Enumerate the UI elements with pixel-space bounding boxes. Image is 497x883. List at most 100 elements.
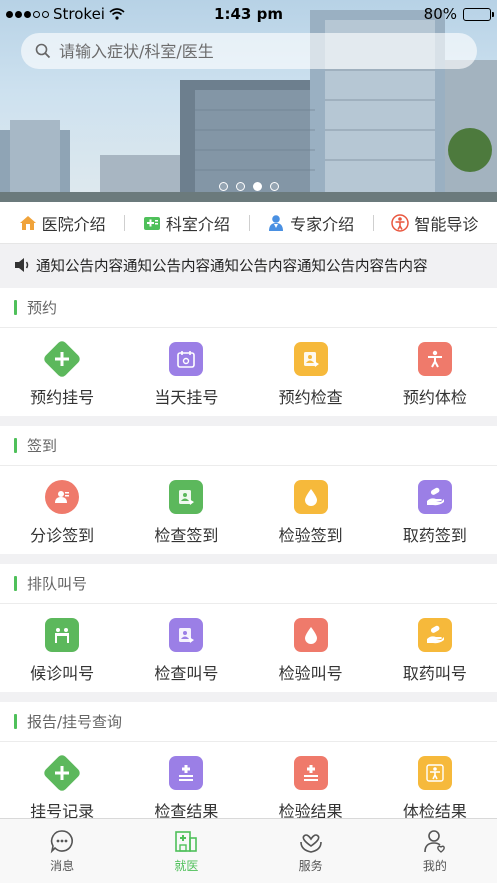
checkup-result-button[interactable]: 体检结果 xyxy=(373,742,497,818)
expert-intro-label: 专家介绍 xyxy=(290,214,355,234)
section-marker xyxy=(14,714,17,729)
profile-icon xyxy=(424,830,445,853)
person-icon xyxy=(417,342,452,376)
appointment-register-button[interactable]: 预约挂号 xyxy=(0,328,124,416)
item-label: 预约检查 xyxy=(278,388,343,407)
exam-call-button[interactable]: 检查叫号 xyxy=(124,604,248,692)
section-header: 报告/挂号查询 xyxy=(0,702,497,742)
department-intro-label: 科室介绍 xyxy=(165,214,230,234)
tab-medical[interactable]: 就医 xyxy=(124,819,248,883)
hand-pill-icon xyxy=(417,618,452,652)
hospital-buildings-image xyxy=(0,10,497,202)
page-dot[interactable] xyxy=(269,182,279,191)
tab-label: 就医 xyxy=(174,859,199,873)
item-label: 挂号记录 xyxy=(30,802,95,818)
tab-label: 服务 xyxy=(298,859,323,873)
status-bar: Strokei 1:43 pm 80% xyxy=(0,0,497,28)
quick-nav: 医院介绍 科室介绍 专家介绍 智能导诊 xyxy=(0,202,497,244)
battery-icon xyxy=(463,7,494,21)
section-report-query: 报告/挂号查询 挂号记录 检查结果 检验结果 体检结果 xyxy=(0,702,497,818)
report-icon xyxy=(169,618,204,652)
medical-kit-icon xyxy=(143,216,160,230)
waiting-call-button[interactable]: 候诊叫号 xyxy=(0,604,124,692)
tab-services[interactable]: 服务 xyxy=(249,819,373,883)
section-title: 预约 xyxy=(27,299,58,317)
house-icon xyxy=(19,215,36,230)
item-label: 取药叫号 xyxy=(402,664,467,683)
report-icon xyxy=(293,342,328,376)
speaker-icon xyxy=(15,258,29,272)
page-dot[interactable] xyxy=(235,182,245,191)
page-dot[interactable] xyxy=(252,182,262,191)
report-icon xyxy=(169,480,204,514)
page-dot[interactable] xyxy=(218,182,228,191)
battery-percent: 80% xyxy=(423,5,457,23)
drop-icon xyxy=(293,480,328,514)
section-marker xyxy=(14,576,17,591)
exam-result-button[interactable]: 检查结果 xyxy=(124,742,248,818)
lab-checkin-button[interactable]: 检验签到 xyxy=(249,466,373,554)
appointment-exam-button[interactable]: 预约检查 xyxy=(249,328,373,416)
hospital-intro-link[interactable]: 医院介绍 xyxy=(0,211,124,235)
tab-bar: 消息 就医 服务 我的 xyxy=(0,818,497,883)
lab-result-button[interactable]: 检验结果 xyxy=(249,742,373,818)
section-grid: 预约挂号 当天挂号 预约检查 预约体检 xyxy=(0,328,497,416)
smart-guide-link[interactable]: 智能导诊 xyxy=(372,211,497,235)
clock: 1:43 pm xyxy=(214,5,283,23)
item-label: 检查叫号 xyxy=(154,664,219,683)
lab-call-button[interactable]: 检验叫号 xyxy=(249,604,373,692)
hand-pill-icon xyxy=(417,480,452,514)
item-label: 体检结果 xyxy=(402,802,467,818)
same-day-register-button[interactable]: 当天挂号 xyxy=(124,328,248,416)
exam-checkin-button[interactable]: 检查签到 xyxy=(124,466,248,554)
section-title: 报告/挂号查询 xyxy=(27,713,123,731)
section-header: 排队叫号 xyxy=(0,564,497,604)
section-header: 签到 xyxy=(0,426,497,466)
pharmacy-call-button[interactable]: 取药叫号 xyxy=(373,604,497,692)
section-marker xyxy=(14,300,17,315)
hospital-banner[interactable]: Strokei 1:43 pm 80% xyxy=(0,0,497,202)
pharmacy-checkin-button[interactable]: 取药签到 xyxy=(373,466,497,554)
tab-messages[interactable]: 消息 xyxy=(0,819,124,883)
section-grid: 挂号记录 检查结果 检验结果 体检结果 xyxy=(0,742,497,818)
section-appointment: 预约 预约挂号 当天挂号 预约检查 预约体检 xyxy=(0,288,497,416)
search-bar[interactable] xyxy=(21,33,477,69)
section-grid: 候诊叫号 检查叫号 检验叫号 取药叫号 xyxy=(0,604,497,692)
item-label: 当天挂号 xyxy=(154,388,219,407)
body-guide-icon xyxy=(391,213,410,232)
section-marker xyxy=(14,438,17,453)
search-input[interactable] xyxy=(59,41,439,61)
banner-page-indicator[interactable] xyxy=(0,182,497,191)
department-intro-link[interactable]: 科室介绍 xyxy=(124,211,248,235)
plus-diamond-icon xyxy=(42,339,82,379)
section-title: 排队叫号 xyxy=(27,575,88,593)
notice-bar[interactable]: 通知公告内容通知公告内容通知公告内容通知公告内容告内容 xyxy=(0,244,497,286)
appointment-checkup-button[interactable]: 预约体检 xyxy=(373,328,497,416)
calendar-icon xyxy=(169,342,204,376)
item-label: 检验结果 xyxy=(278,802,343,818)
drop-icon xyxy=(293,618,328,652)
item-label: 候诊叫号 xyxy=(30,664,95,683)
section-title: 签到 xyxy=(27,437,58,455)
section-checkin: 签到 分诊签到 检查签到 检验签到 取药签到 xyxy=(0,426,497,554)
doctor-icon xyxy=(269,214,284,231)
hospital-icon xyxy=(175,831,198,852)
item-label: 预约体检 xyxy=(402,388,467,407)
battery-status: 80% xyxy=(423,5,494,23)
item-label: 检验叫号 xyxy=(278,664,343,683)
item-label: 检验签到 xyxy=(278,526,343,545)
smart-guide-label: 智能导诊 xyxy=(414,214,479,234)
tab-profile[interactable]: 我的 xyxy=(373,819,497,883)
item-label: 取药签到 xyxy=(402,526,467,545)
triage-checkin-button[interactable]: 分诊签到 xyxy=(0,466,124,554)
section-grid: 分诊签到 检查签到 检验签到 取药签到 xyxy=(0,466,497,554)
search-icon xyxy=(35,43,51,59)
waiting-icon xyxy=(45,618,80,652)
list-icon xyxy=(169,756,204,790)
plus-diamond-icon xyxy=(42,753,82,793)
item-label: 分诊签到 xyxy=(30,526,95,545)
user-id-icon xyxy=(45,480,80,514)
heart-hands-icon xyxy=(299,834,322,853)
expert-intro-link[interactable]: 专家介绍 xyxy=(248,211,373,235)
register-record-button[interactable]: 挂号记录 xyxy=(0,742,124,818)
